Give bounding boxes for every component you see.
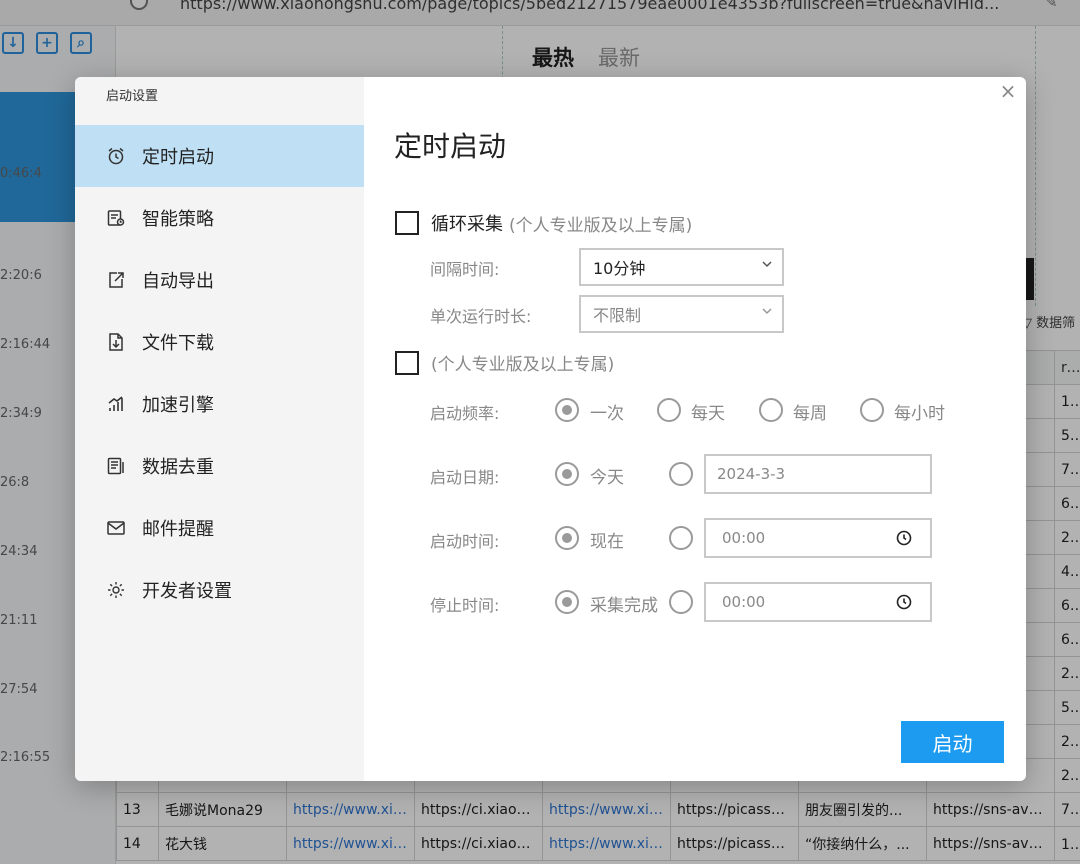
start-date-label: 启动日期: <box>430 468 500 487</box>
frequency-option-label: 每周 <box>793 404 827 424</box>
time-custom-radio[interactable] <box>669 526 693 550</box>
sidebar-item-scheduled-start[interactable]: 定时启动 <box>75 125 364 187</box>
start-button[interactable]: 启动 <box>901 721 1004 763</box>
date-today-radio[interactable] <box>555 462 579 486</box>
sidebar-item-email-alert[interactable]: 邮件提醒 <box>75 497 364 559</box>
strategy-icon <box>106 208 126 228</box>
stop-time-input[interactable]: 00:00 <box>704 582 932 622</box>
sidebar-item-label: 数据去重 <box>142 457 214 478</box>
sidebar-item-label: 开发者设置 <box>142 581 232 602</box>
sidebar-item-smart-strategy[interactable]: 智能策略 <box>75 187 364 249</box>
frequency-daily-radio[interactable] <box>657 398 681 422</box>
mail-icon <box>106 518 126 538</box>
start-date-input[interactable]: 2024-3-3 <box>704 454 932 494</box>
sidebar-item-label: 文件下载 <box>142 333 214 354</box>
frequency-hourly-radio[interactable] <box>860 398 884 422</box>
time-now-radio[interactable] <box>555 526 579 550</box>
alarm-clock-icon <box>106 146 126 166</box>
time-now-label: 现在 <box>590 532 624 552</box>
schedule-option: (个人专业版及以上专属) <box>395 350 614 375</box>
sidebar-item-deduplicate[interactable]: 数据去重 <box>75 435 364 497</box>
frequency-label: 启动频率: <box>430 404 500 423</box>
launch-settings-dialog: 启动设置 定时启动 智能策略 自动导出 文件下载 加速引擎 数据去重 邮件提醒 … <box>75 77 1026 781</box>
start-time-input[interactable]: 00:00 <box>704 518 932 558</box>
loop-collect-option: 循环采集 (个人专业版及以上专属) <box>395 210 692 236</box>
stop-custom-radio[interactable] <box>669 590 693 614</box>
stop-complete-radio[interactable] <box>555 590 579 614</box>
loop-collect-checkbox[interactable] <box>395 211 419 235</box>
sidebar-item-developer-settings[interactable]: 开发者设置 <box>75 559 364 621</box>
stop-time-label: 停止时间: <box>430 596 500 615</box>
frequency-option-label: 一次 <box>590 404 624 424</box>
date-today-label: 今天 <box>590 468 624 488</box>
sidebar-item-label: 自动导出 <box>142 271 214 292</box>
frequency-once-radio[interactable] <box>555 398 579 422</box>
settings-content: 定时启动 循环采集 (个人专业版及以上专属) 间隔时间: 10分钟 单次运行时长… <box>364 77 1026 781</box>
pro-only-note: (个人专业版及以上专属) <box>509 215 693 236</box>
sidebar-item-file-download[interactable]: 文件下载 <box>75 311 364 373</box>
start-time-value: 00:00 <box>722 529 766 547</box>
clock-icon[interactable] <box>896 594 912 610</box>
start-time-label: 启动时间: <box>430 532 500 551</box>
schedule-checkbox[interactable] <box>395 350 419 375</box>
sidebar-item-label: 邮件提醒 <box>142 519 214 540</box>
interval-value: 10分钟 <box>593 259 646 278</box>
dialog-title: 启动设置 <box>106 89 159 104</box>
interval-select[interactable]: 10分钟 <box>579 248 784 286</box>
frequency-weekly-radio[interactable] <box>759 398 783 422</box>
stop-complete-label: 采集完成 <box>590 596 658 616</box>
settings-sidebar: 启动设置 定时启动 智能策略 自动导出 文件下载 加速引擎 数据去重 邮件提醒 … <box>75 77 364 781</box>
duration-value: 不限制 <box>593 306 642 325</box>
date-custom-radio[interactable] <box>669 462 693 486</box>
duration-label: 单次运行时长: <box>430 307 532 326</box>
chevron-down-icon <box>762 308 772 315</box>
duration-select[interactable]: 不限制 <box>579 295 784 333</box>
gear-icon <box>106 580 126 600</box>
chevron-down-icon <box>762 261 772 268</box>
frequency-option-label: 每天 <box>691 404 725 424</box>
file-download-icon <box>106 332 126 352</box>
stop-time-value: 00:00 <box>722 593 766 611</box>
loop-collect-label: 循环采集 <box>431 214 503 235</box>
dedupe-icon <box>106 456 126 476</box>
export-icon <box>106 270 126 290</box>
sidebar-item-label: 加速引擎 <box>142 395 214 416</box>
sidebar-item-auto-export[interactable]: 自动导出 <box>75 249 364 311</box>
sidebar-item-label: 智能策略 <box>142 209 214 230</box>
pro-only-note: (个人专业版及以上专属) <box>431 355 615 375</box>
sidebar-item-label: 定时启动 <box>142 147 214 168</box>
signal-chart-icon <box>106 394 126 414</box>
clock-icon[interactable] <box>896 530 912 546</box>
interval-label: 间隔时间: <box>430 260 500 279</box>
sidebar-item-acceleration[interactable]: 加速引擎 <box>75 373 364 435</box>
section-heading: 定时启动 <box>394 130 507 163</box>
frequency-option-label: 每小时 <box>894 404 945 424</box>
